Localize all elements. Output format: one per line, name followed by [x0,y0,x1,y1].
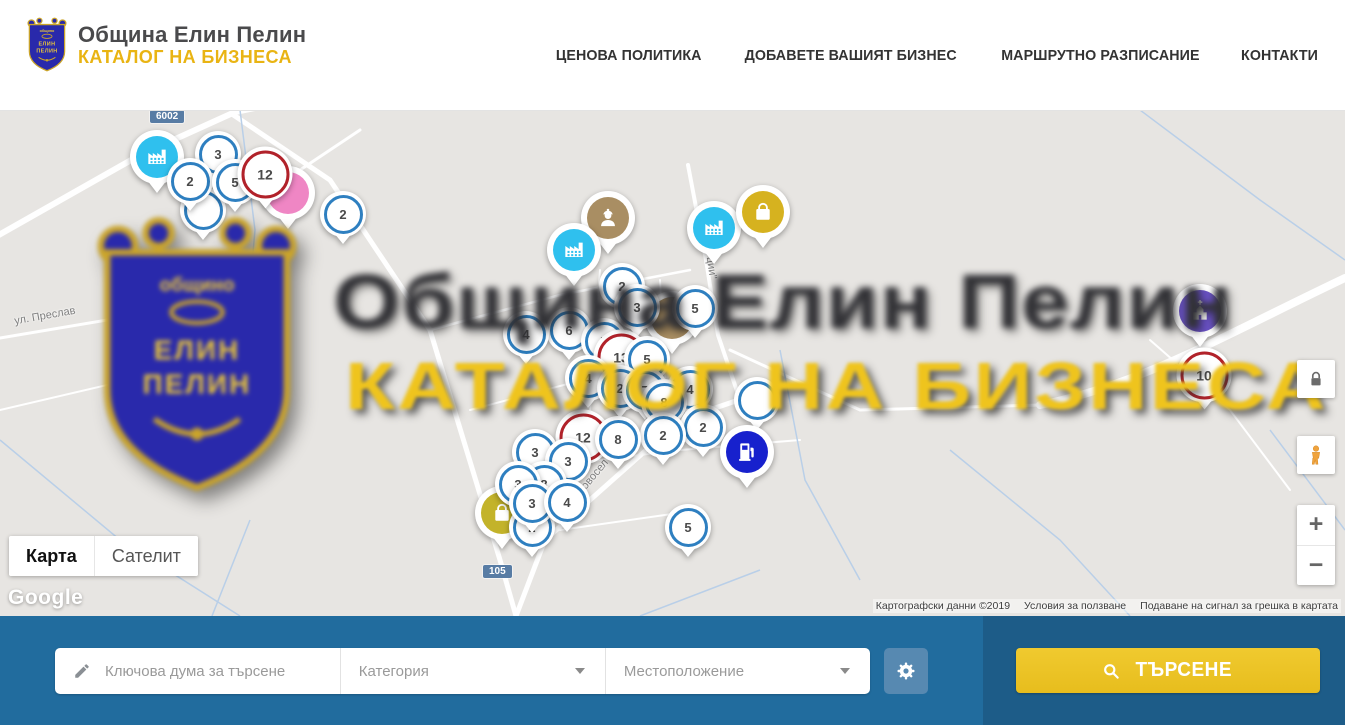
search-icon [1101,661,1121,681]
nav-item-3[interactable]: КОНТАКТИ [1241,47,1318,64]
map-canvas[interactable]: ул. Преславбул. „Новоселции" 6002105 325… [0,110,1345,616]
search-field-group: Категория Местоположение [55,648,870,694]
cluster-marker[interactable]: 8 [595,416,641,462]
search-bar: Категория Местоположение [0,616,1345,725]
cluster-marker[interactable]: 10 [1177,348,1232,403]
main-nav: ЦЕНОВА ПОЛИТИКА ДОБАВЕТЕ ВАШИЯТ БИЗНЕС МАР… [552,0,1320,110]
map-type-control: Карта Сателит [9,536,198,576]
brand-title: Община Елин Пелин [78,22,306,47]
cluster-marker[interactable]: 12 [238,147,293,202]
map-view-button[interactable]: Карта [9,536,94,576]
location-select-value: Местоположение [624,663,744,680]
cluster-marker[interactable]: 2 [167,158,213,204]
category-pin-bag[interactable] [736,185,790,239]
pegman-icon [1305,444,1327,466]
gear-icon [894,659,918,683]
nav-item-0[interactable]: ЦЕНОВА ПОЛИТИКА [555,47,701,64]
lock-button[interactable] [1297,360,1335,398]
keyword-field [55,648,340,694]
chevron-down-icon [840,668,850,674]
svg-text:ЕЛИН: ЕЛИН [39,42,56,48]
attribution-text: Картографски данни ©2019 [876,600,1010,612]
cluster-marker[interactable]: 4 [503,311,549,357]
keyword-input[interactable] [103,662,340,681]
cluster-marker[interactable]: 5 [672,285,718,331]
pencil-icon [73,662,91,680]
attribution-link[interactable]: Условия за ползване [1024,600,1126,612]
google-logo[interactable]: Google [8,586,83,610]
map-attribution: Картографски данни ©2019 Условия за ползв… [873,599,1341,613]
nav-item-2[interactable]: МАРШРУТНО РАЗПИСАНИЕ [1001,47,1199,64]
category-select[interactable]: Категория [340,648,605,694]
street-view-pegman-button[interactable] [1297,436,1335,474]
lock-icon [1305,368,1327,390]
cluster-marker[interactable]: 2 [640,412,686,458]
page: общино ЕЛИН ПЕЛИН Община Елин Пелин КАТА… [0,0,1345,725]
cluster-marker[interactable]: 2 [320,191,366,237]
brand[interactable]: общино ЕЛИН ПЕЛИН Община Елин Пелин КАТА… [26,17,306,73]
category-pin-factory[interactable] [687,201,741,255]
cluster-marker[interactable]: 4 [544,479,590,525]
svg-text:общино: общино [40,29,55,33]
attribution-link[interactable]: Подаване на сигнал за грешка в картата [1140,600,1338,612]
road-number-badge: 6002 [150,110,184,123]
category-select-value: Категория [359,663,429,680]
zoom-out-button[interactable]: − [1297,546,1335,586]
municipality-crest-logo: общино ЕЛИН ПЕЛИН [26,17,68,73]
search-fields-section: Категория Местоположение [0,616,983,725]
search-button[interactable]: ТЪРСЕНЕ [1016,648,1320,693]
road-number-badge: 105 [483,565,512,578]
advanced-search-button[interactable] [884,648,928,694]
chevron-down-icon [575,668,585,674]
cluster-marker[interactable] [734,377,780,423]
brand-subtitle: КАТАЛОГ НА БИЗНЕСА [78,47,306,68]
search-action-section: ТЪРСЕНЕ [983,616,1345,725]
zoom-control: + − [1297,505,1335,585]
category-pin-fuel[interactable] [720,425,774,479]
header: общино ЕЛИН ПЕЛИН Община Елин Пелин КАТА… [0,0,1345,111]
nav-item-1[interactable]: ДОБАВЕТЕ ВАШИЯТ БИЗНЕС [745,47,957,64]
category-pin-church[interactable] [1173,284,1227,338]
cluster-marker[interactable]: 5 [665,504,711,550]
svg-text:ПЕЛИН: ПЕЛИН [36,48,57,54]
location-select[interactable]: Местоположение [605,648,870,694]
search-button-label: ТЪРСЕНЕ [1136,659,1232,682]
category-pin-factory[interactable] [547,223,601,277]
satellite-view-button[interactable]: Сателит [94,536,198,576]
zoom-in-button[interactable]: + [1297,505,1335,546]
